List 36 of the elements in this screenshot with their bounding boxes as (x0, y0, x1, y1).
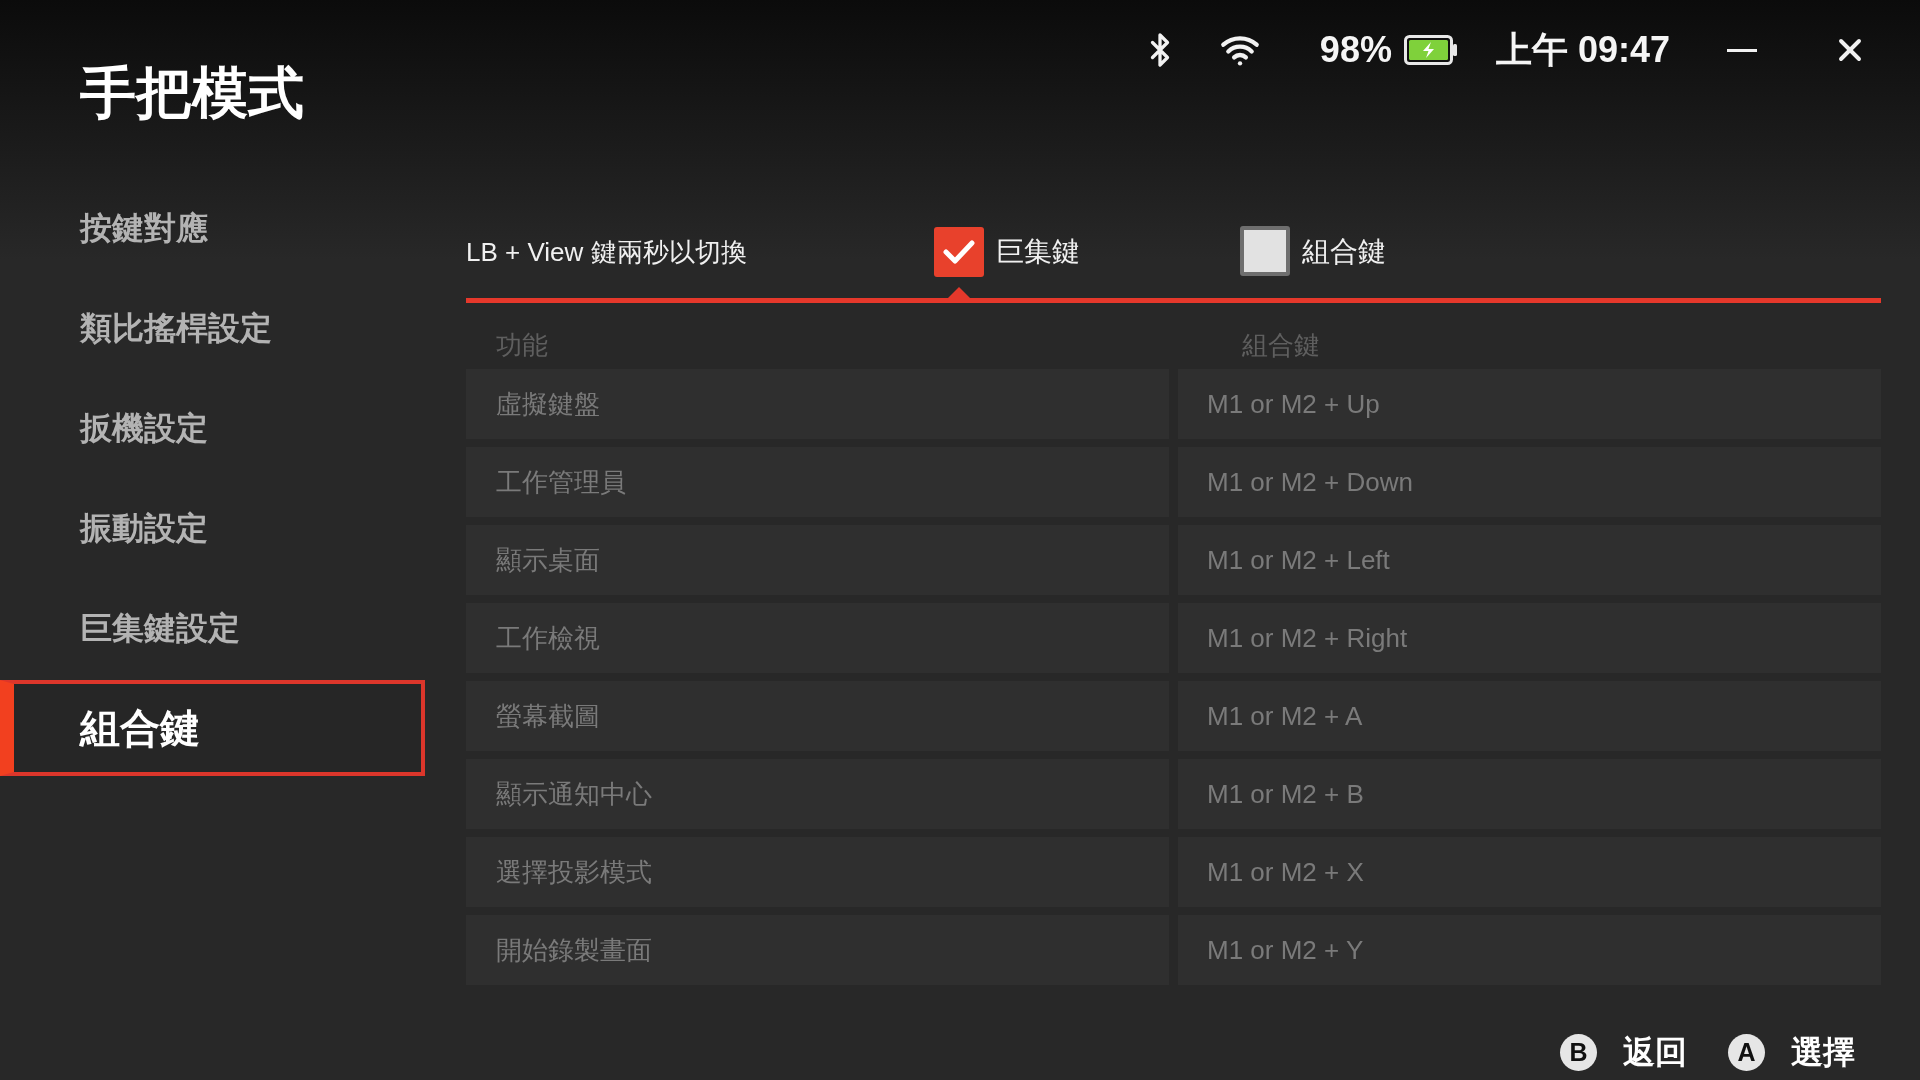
sidebar-item[interactable]: 巨集鍵設定 (80, 608, 240, 648)
table-cell: 顯示通知中心 (466, 759, 1169, 829)
table-cell: M1 or M2 + Up (1178, 369, 1881, 439)
table-cell: 虛擬鍵盤 (466, 369, 1169, 439)
table-cell: M1 or M2 + Y (1178, 915, 1881, 985)
table-cell: M1 or M2 + Down (1178, 447, 1881, 517)
switch-hint: LB + View 鍵兩秒以切換 (466, 236, 748, 269)
checkbox[interactable] (1240, 225, 1290, 276)
sidebar-item[interactable]: 按鍵對應 (80, 208, 208, 248)
table-cell: M1 or M2 + Left (1178, 525, 1881, 595)
checkbox-label[interactable]: 組合鍵 (1302, 234, 1386, 270)
table-cell: 開始錄製畫面 (466, 915, 1169, 985)
table-cell: 螢幕截圖 (466, 681, 1169, 751)
minimize-icon (1727, 48, 1757, 52)
sidebar-item[interactable]: 振動設定 (80, 508, 208, 548)
table-cell: M1 or M2 + Right (1178, 603, 1881, 673)
sidebar-item[interactable]: 類比搖桿設定 (80, 308, 272, 348)
clock-time: 上午 09:47 (1495, 30, 1670, 70)
controller-key-glyph: A (1728, 1033, 1765, 1071)
table-cell: M1 or M2 + B (1178, 759, 1881, 829)
page-title: 手把模式 (80, 62, 304, 124)
table-cell: 顯示桌面 (466, 525, 1169, 595)
sidebar-item[interactable]: 扳機設定 (80, 408, 208, 448)
table-cell: 工作檢視 (466, 603, 1169, 673)
hint-button[interactable]: B 返回 (1560, 1033, 1687, 1071)
table-cell: 選擇投影模式 (466, 837, 1169, 907)
checkbox-label[interactable]: 巨集鍵 (996, 234, 1080, 270)
controller-key-glyph: B (1560, 1033, 1597, 1071)
hint-button[interactable]: A 選擇 (1728, 1033, 1855, 1071)
sidebar-item[interactable]: 組合鍵 (0, 680, 425, 776)
battery-percent: 98% (1319, 30, 1392, 70)
table-cell: M1 or M2 + A (1178, 681, 1881, 751)
check-icon (943, 239, 975, 265)
table-cell: M1 or M2 + X (1178, 837, 1881, 907)
checkbox[interactable] (934, 227, 984, 277)
table-cell: 工作管理員 (466, 447, 1169, 517)
